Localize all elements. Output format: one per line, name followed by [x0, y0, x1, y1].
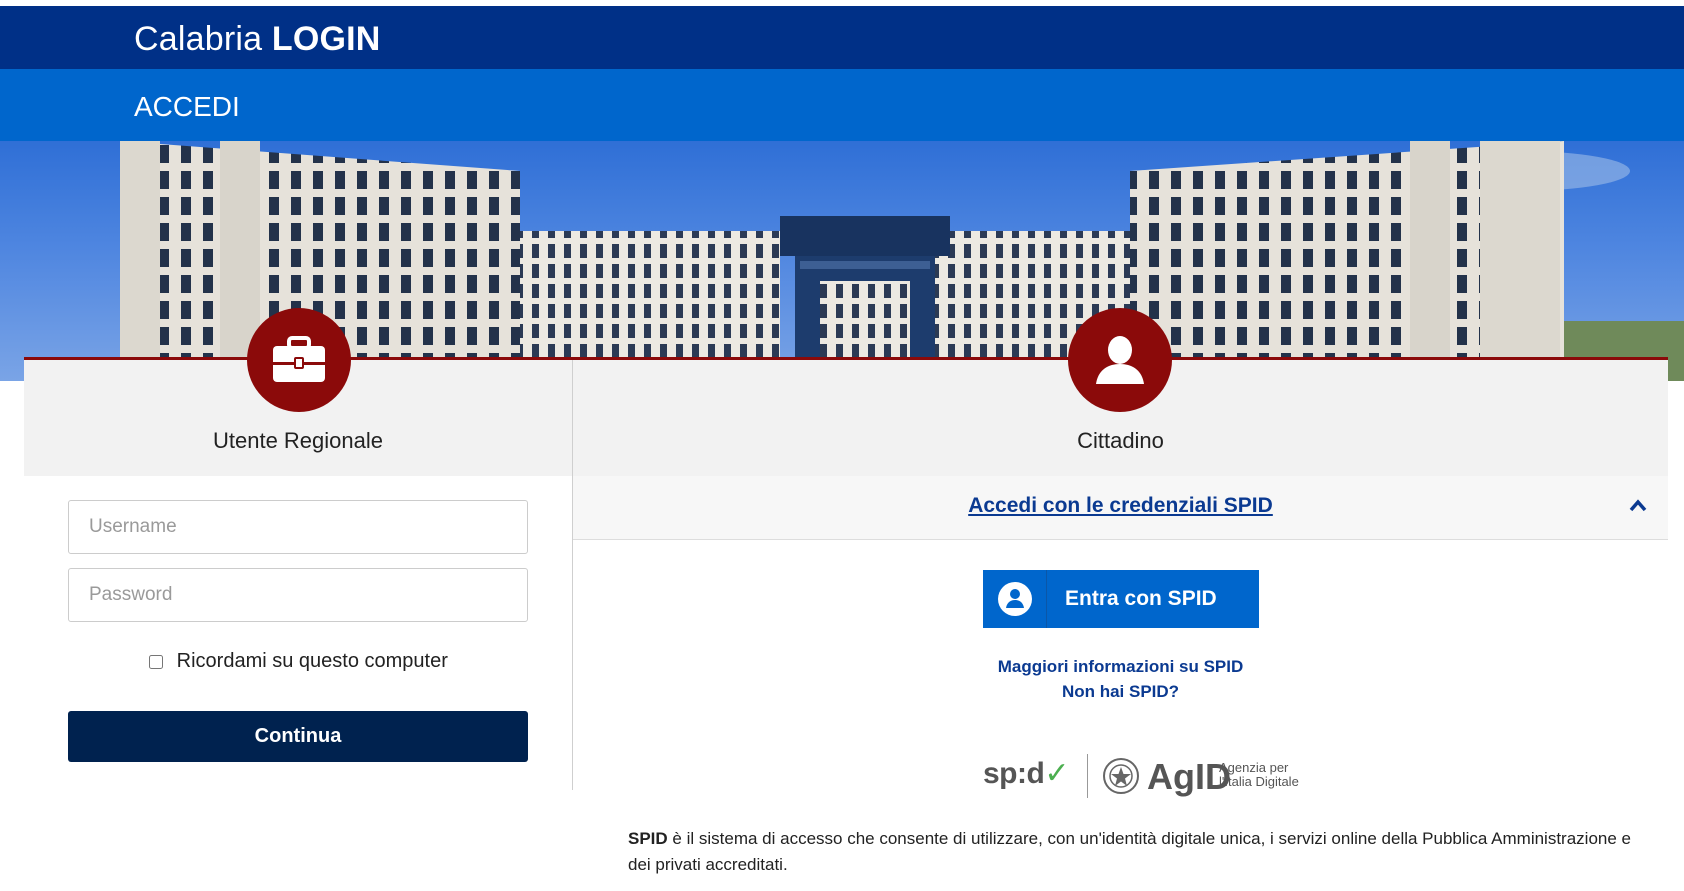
spid-credentials-link[interactable]: Accedi con le credenziali SPID — [573, 494, 1668, 518]
spid-accordion-header[interactable]: Accedi con le credenziali SPID — [573, 476, 1668, 540]
chevron-up-icon[interactable] — [1628, 496, 1648, 516]
more-info-link[interactable]: Maggiori informazioni su SPID — [573, 657, 1668, 677]
regional-header: Utente Regionale — [24, 308, 572, 476]
top-header: Calabria LOGIN — [0, 6, 1684, 69]
nav-accedi[interactable]: ACCEDI — [134, 91, 240, 123]
regional-user-section: Utente Regionale Ricordami su questo com… — [24, 308, 573, 790]
user-icon — [1068, 308, 1172, 412]
agid-subtitle: Agenzia per l'Italia Digitale — [1219, 760, 1299, 789]
logo-divider — [1087, 754, 1088, 798]
spid-login-button[interactable]: Entra con SPID — [983, 570, 1259, 628]
remember-label: Ricordami su questo computer — [176, 650, 448, 672]
citizen-section: Cittadino Accedi con le credenziali SPID… — [573, 308, 1668, 891]
emblem-icon — [1103, 758, 1139, 794]
remember-me[interactable]: Ricordami su questo computer — [24, 650, 573, 673]
remember-checkbox[interactable] — [149, 654, 164, 669]
brand-bold: LOGIN — [271, 20, 381, 58]
site-brand[interactable]: Calabria LOGIN — [134, 20, 381, 59]
spid-description-text: è il sistema di accesso che consente di … — [628, 829, 1631, 874]
login-panel: Utente Regionale Ricordami su questo com… — [24, 308, 1668, 891]
citizen-title: Cittadino — [1077, 428, 1164, 453]
brand-light: Calabria — [134, 20, 263, 58]
spid-agid-logos: sp:d✓ AgID Agenzia per l'Italia Digitale — [983, 750, 1313, 800]
briefcase-icon — [247, 308, 351, 412]
spid-description: SPID è il sistema di accesso che consent… — [628, 826, 1638, 878]
spid-description-bold: SPID — [628, 829, 668, 848]
spid-logo: sp:d✓ — [983, 757, 1069, 790]
continue-button[interactable]: Continua — [68, 711, 528, 762]
no-spid-link[interactable]: Non hai SPID? — [573, 682, 1668, 702]
citizen-header: Cittadino — [573, 308, 1668, 476]
spid-user-icon — [983, 570, 1047, 628]
password-input[interactable] — [68, 568, 528, 622]
spid-button-label: Entra con SPID — [1065, 587, 1217, 610]
nav-bar: ACCEDI — [0, 69, 1684, 141]
regional-title: Utente Regionale — [212, 428, 383, 453]
username-input[interactable] — [68, 500, 528, 554]
